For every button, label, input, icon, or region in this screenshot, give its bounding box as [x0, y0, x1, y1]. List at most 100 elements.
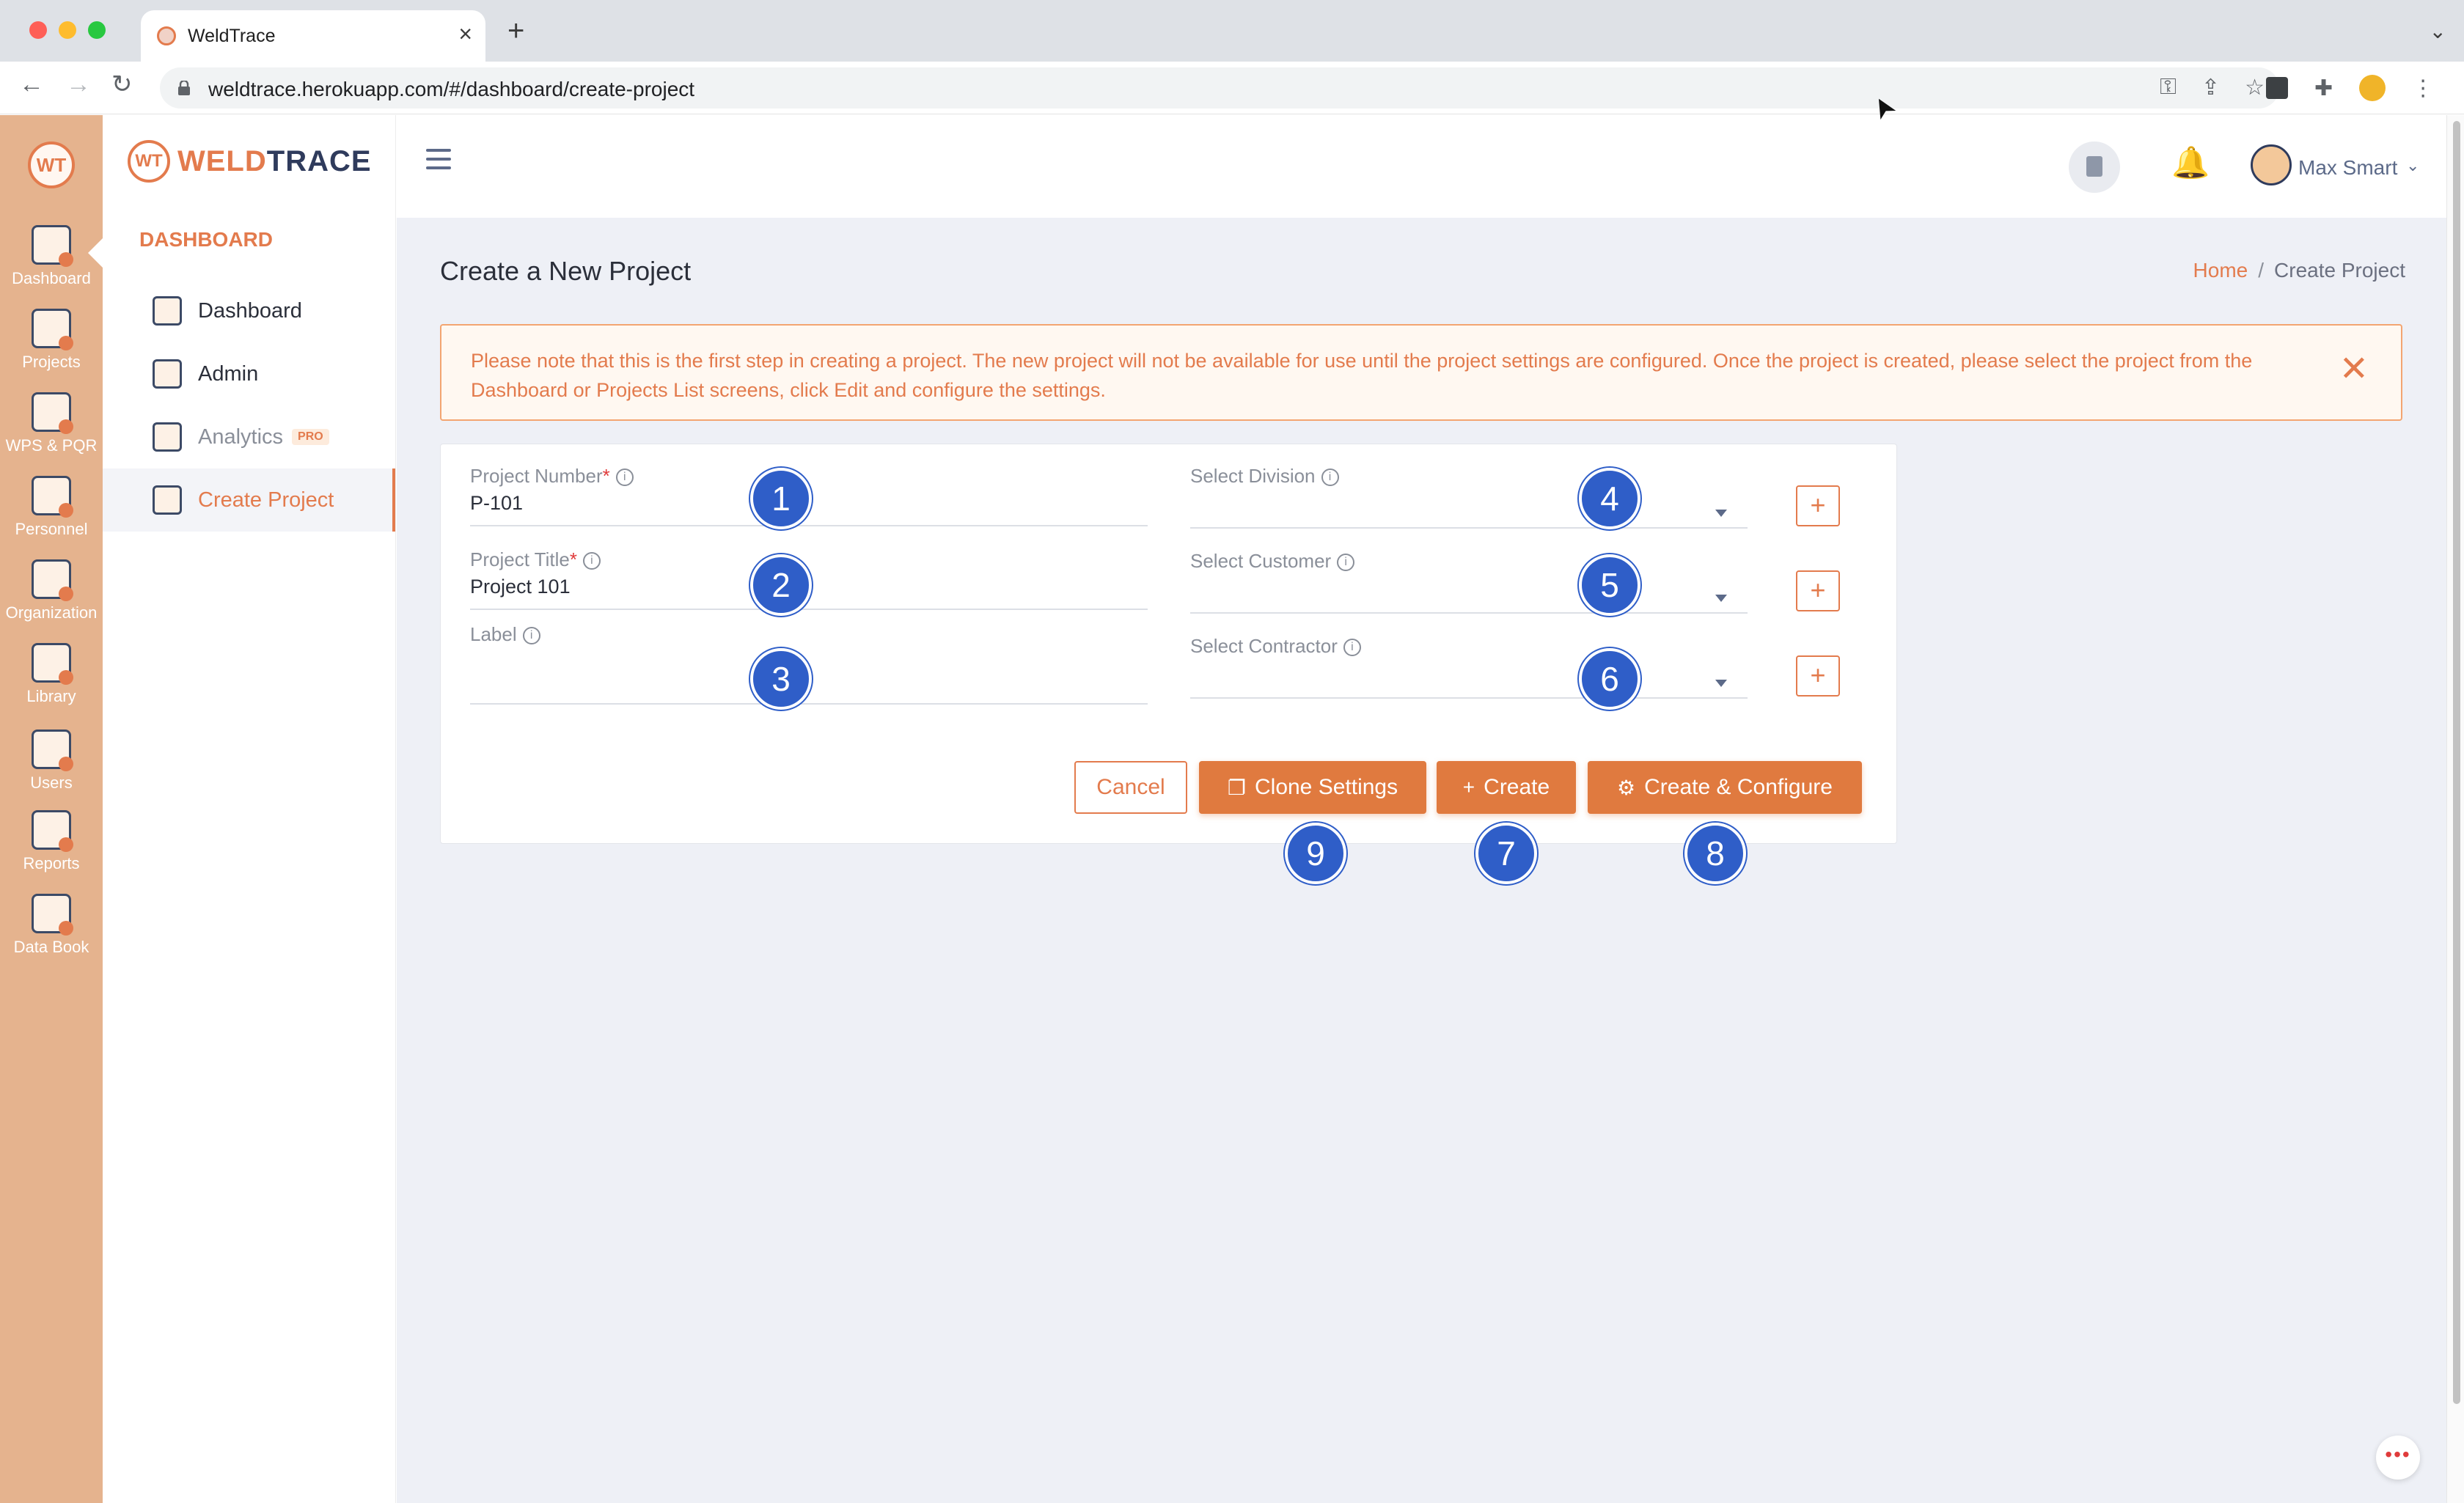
main-content: Create a New Project Home / Create Project… [397, 218, 2446, 1503]
window-zoom-button[interactable] [88, 21, 106, 39]
rail-item-organization[interactable]: Organization [0, 559, 103, 622]
browser-menu-icon[interactable]: ⋮ [2412, 76, 2434, 101]
chevron-down-icon[interactable]: ⌄ [2406, 156, 2419, 175]
field-label: Select Customer i [1190, 550, 1748, 573]
chevron-down-icon[interactable] [1715, 680, 1727, 687]
create-button[interactable]: + Create [1437, 761, 1576, 814]
lock-icon [178, 81, 190, 95]
side-nav: WT WELDTRACE DASHBOARD Dashboard Admin A… [103, 115, 396, 1503]
annotation-badge-2: 2 [750, 554, 812, 616]
weldtrace-favicon-icon [157, 26, 176, 45]
user-name[interactable]: Max Smart [2298, 156, 2397, 180]
share-icon[interactable]: ⇪ [2201, 75, 2220, 100]
division-field: Select Division i [1190, 465, 1748, 529]
customer-field: Select Customer i [1190, 550, 1748, 614]
info-icon[interactable]: i [1337, 554, 1355, 572]
tab-search-chevron-icon[interactable]: ⌄ [2430, 19, 2446, 43]
close-icon[interactable]: ✕ [2339, 352, 2369, 387]
contractor-select[interactable] [1190, 658, 1748, 699]
document-icon[interactable] [2069, 142, 2120, 193]
sidebar-item-analytics[interactable]: Analytics PRO [103, 405, 395, 468]
rail-item-users[interactable]: Users [0, 730, 103, 793]
cancel-button[interactable]: Cancel [1074, 761, 1187, 814]
sidebar-item-admin[interactable]: Admin [103, 342, 395, 405]
back-arrow-icon[interactable]: ← [19, 72, 44, 97]
page-scrollbar[interactable] [2446, 115, 2464, 1503]
hamburger-menu-icon[interactable] [426, 149, 451, 175]
gear-icon [153, 359, 182, 389]
clone-settings-button[interactable]: ❐ Clone Settings [1199, 761, 1426, 814]
breadcrumb-current: Create Project [2274, 259, 2405, 282]
cancel-label: Cancel [1096, 775, 1165, 799]
add-contractor-button[interactable]: + [1796, 655, 1840, 697]
field-label: Label i [470, 623, 1148, 646]
info-icon[interactable]: i [522, 627, 540, 645]
rail-label: Users [30, 773, 73, 792]
weldtrace-logo-icon[interactable]: WT [28, 142, 75, 188]
extension-icon[interactable] [2266, 77, 2288, 99]
projects-folder-icon [32, 309, 73, 350]
key-icon[interactable]: ⚿ [2160, 75, 2177, 100]
brand-trace: TRACE [266, 144, 372, 177]
rail-item-reports[interactable]: Reports [0, 810, 103, 873]
rail-item-data-book[interactable]: Data Book [0, 894, 103, 957]
division-select[interactable] [1190, 488, 1748, 529]
forward-arrow-icon[interactable]: → [66, 72, 91, 97]
app-header: 🔔 Max Smart ⌄ [397, 115, 2446, 218]
annotation-badge-1: 1 [750, 468, 812, 529]
plus-icon: + [1462, 776, 1475, 798]
avatar[interactable] [2251, 144, 2292, 185]
tab-close-icon[interactable]: × [458, 21, 472, 48]
profile-avatar-icon[interactable] [2359, 75, 2386, 101]
nav-section-title: DASHBOARD [139, 228, 273, 251]
create-label: Create [1484, 775, 1550, 799]
scrollbar-thumb[interactable] [2453, 121, 2460, 1404]
rail-item-projects[interactable]: Projects [0, 309, 103, 372]
add-division-button[interactable]: + [1796, 485, 1840, 526]
add-customer-button[interactable]: + [1796, 570, 1840, 611]
create-project-form: Project Number*i Project Title*i Labeli … [440, 444, 1897, 884]
puzzle-extensions-icon[interactable]: ✚ [2314, 76, 2333, 101]
rail-item-personnel[interactable]: Personnel [0, 476, 103, 539]
annotation-badge-6: 6 [1579, 648, 1640, 710]
bell-icon[interactable]: 🔔 [2171, 147, 2210, 178]
window-minimize-button[interactable] [59, 21, 76, 39]
reload-icon[interactable]: ↻ [111, 72, 133, 97]
rail-item-wps-pqr[interactable]: WPS & PQR [0, 392, 103, 455]
sidebar-item-label: Create Project [198, 488, 334, 512]
browser-tab-weldtrace[interactable]: WeldTrace × [141, 10, 485, 62]
info-icon[interactable]: i [1343, 639, 1361, 657]
info-icon[interactable]: i [615, 468, 634, 487]
rail-item-dashboard[interactable]: Dashboard [0, 225, 103, 288]
create-configure-button[interactable]: ⚙ Create & Configure [1588, 761, 1862, 814]
url-text[interactable]: weldtrace.herokuapp.com/#/dashboard/crea… [208, 78, 694, 101]
annotation-badge-8: 8 [1684, 823, 1746, 884]
window-close-button[interactable] [29, 21, 47, 39]
create-configure-label: Create & Configure [1644, 775, 1833, 799]
brand-logo[interactable]: WT WELDTRACE [128, 140, 372, 183]
chevron-down-icon[interactable] [1715, 595, 1727, 602]
info-icon[interactable]: i [1321, 468, 1339, 487]
sidebar-item-label: Admin [198, 361, 259, 386]
info-icon[interactable]: i [582, 552, 601, 570]
customer-select[interactable] [1190, 573, 1748, 614]
address-bar[interactable]: weldtrace.herokuapp.com/#/dashboard/crea… [160, 67, 2279, 109]
sidebar-item-dashboard[interactable]: Dashboard [103, 279, 395, 342]
rail-item-library[interactable]: Library [0, 643, 103, 706]
library-icon [32, 643, 73, 685]
annotation-badge-5: 5 [1579, 554, 1640, 616]
new-tab-button[interactable]: + [507, 16, 524, 45]
breadcrumb-home-link[interactable]: Home [2193, 259, 2248, 282]
wps-pqr-icon [32, 392, 73, 434]
reports-icon [32, 810, 73, 852]
sidebar-item-create-project[interactable]: Create Project [103, 468, 395, 532]
breadcrumb-separator: / [2258, 259, 2265, 282]
rail-label: Projects [22, 353, 81, 371]
chat-widget-button[interactable]: ••• [2376, 1436, 2420, 1480]
rail-label: WPS & PQR [5, 436, 98, 455]
analytics-icon [153, 422, 182, 452]
field-label: Project Title* i [470, 548, 1148, 571]
folder-add-icon [153, 485, 182, 515]
star-icon[interactable]: ☆ [2245, 75, 2265, 100]
chevron-down-icon[interactable] [1715, 510, 1727, 517]
